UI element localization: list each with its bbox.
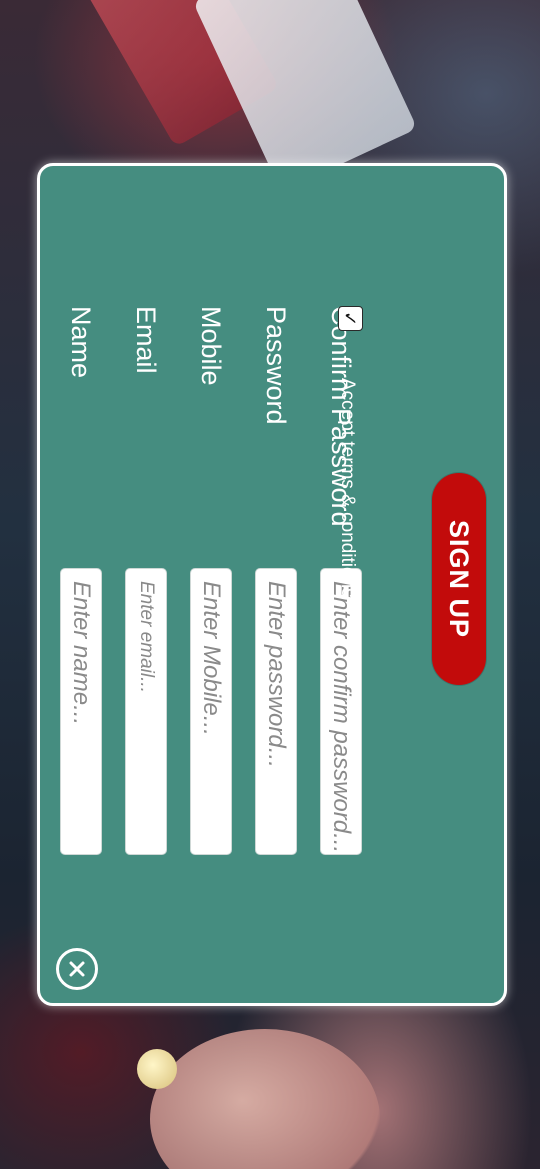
close-icon <box>69 961 85 977</box>
close-button[interactable] <box>56 948 98 990</box>
mobile-row: Mobile <box>188 166 234 1003</box>
email-label: Email <box>131 306 161 374</box>
confirm-password-field-box <box>320 568 362 855</box>
email-input[interactable] <box>126 569 166 854</box>
name-row: Name <box>58 166 104 1003</box>
email-row: Email <box>123 166 169 1003</box>
password-row: Password <box>253 166 299 1003</box>
chip-decoration <box>137 1049 177 1089</box>
hand-decoration <box>150 1029 380 1169</box>
email-field-box <box>125 568 167 855</box>
confirm-password-input[interactable] <box>321 569 361 854</box>
name-input[interactable] <box>61 569 101 854</box>
mobile-input[interactable] <box>191 569 231 854</box>
password-input[interactable] <box>256 569 296 854</box>
signup-dialog-container: Name Email Mobile Password Confirm Passw <box>37 163 507 1006</box>
terms-label: Accept terms & conditions <box>337 378 358 598</box>
name-field-box <box>60 568 102 855</box>
checkmark-icon: ✓ <box>340 310 361 327</box>
signup-dialog: Name Email Mobile Password Confirm Passw <box>37 163 507 1006</box>
sign-up-button[interactable]: SIGN UP <box>432 473 486 685</box>
name-label: Name <box>66 306 96 379</box>
mobile-label: Mobile <box>196 306 226 386</box>
password-field-box <box>255 568 297 855</box>
password-label: Password <box>261 306 291 425</box>
mobile-field-box <box>190 568 232 855</box>
terms-checkbox[interactable]: ✓ <box>338 306 363 331</box>
